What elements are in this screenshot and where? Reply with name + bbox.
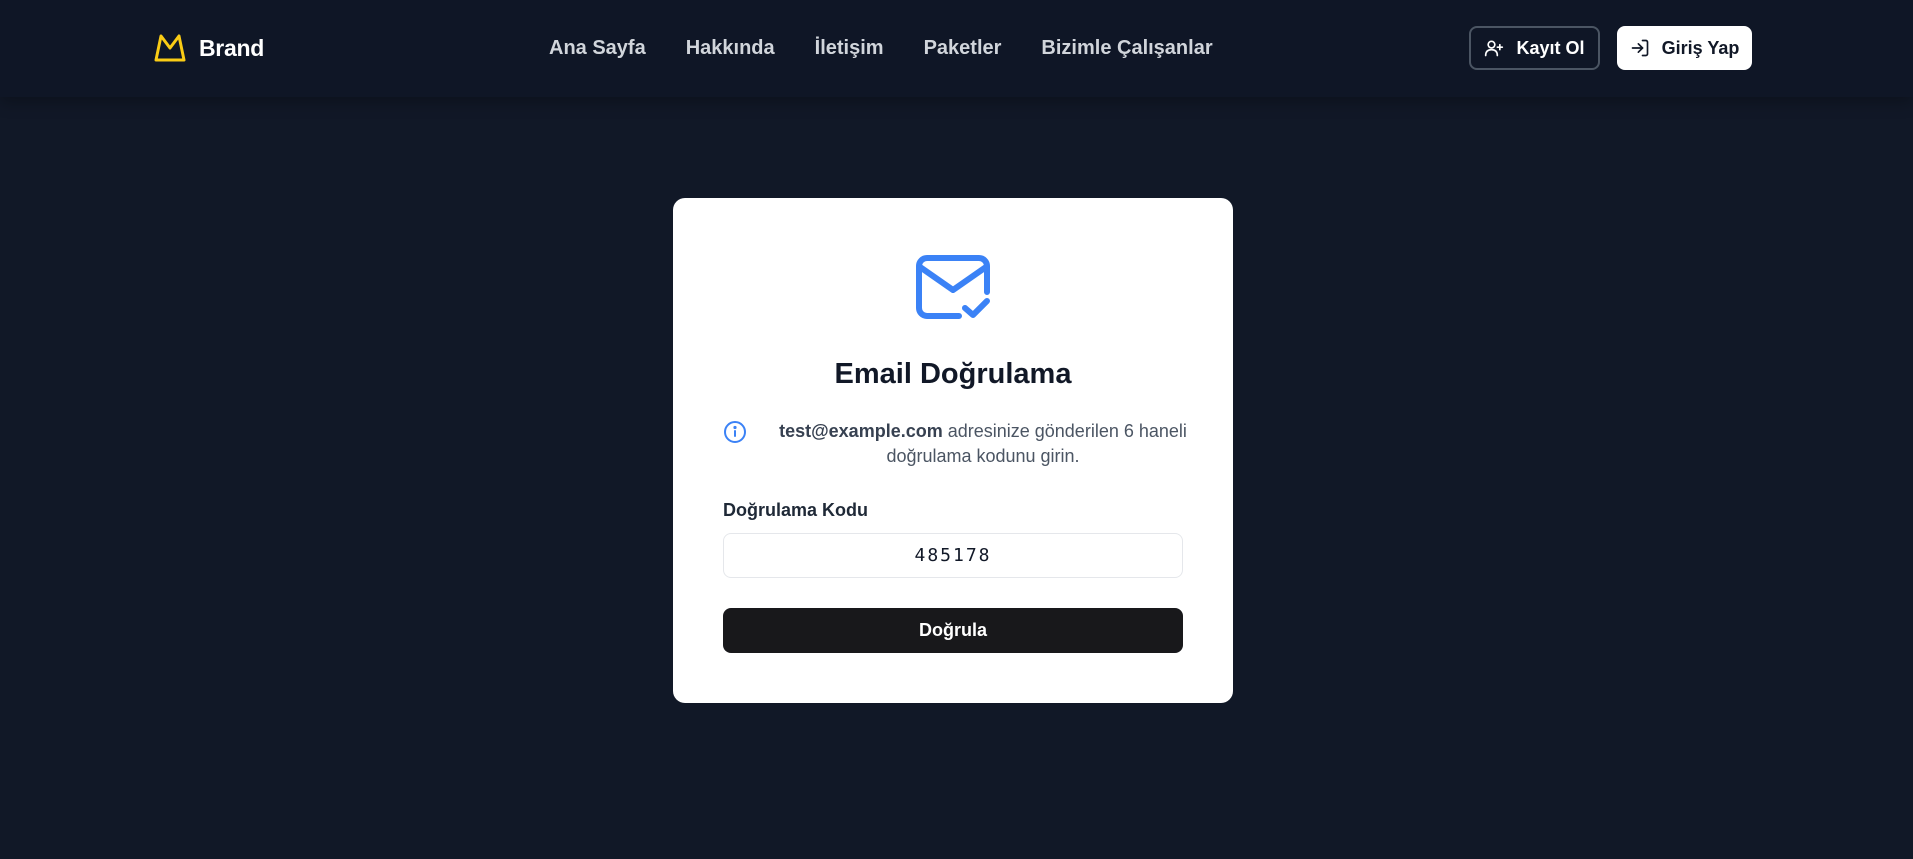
nav-link-partners[interactable]: Bizimle Çalışanlar	[1041, 37, 1212, 60]
login-button[interactable]: Giriş Yap	[1617, 26, 1752, 70]
user-plus-icon	[1485, 40, 1504, 57]
code-field-label: Doğrulama Kodu	[723, 500, 869, 520]
mail-check-icon	[916, 255, 990, 319]
info-email: test@example.com	[779, 421, 943, 441]
navbar: Brand Ana Sayfa Hakkında İletişim Paketl…	[0, 0, 1913, 97]
crown-logo-icon	[154, 34, 186, 62]
login-label: Giriş Yap	[1661, 37, 1740, 58]
log-in-icon	[1631, 39, 1648, 57]
register-label: Kayıt Ol	[1516, 37, 1585, 58]
main-nav: Ana Sayfa Hakkında İletişim Paketler Biz…	[549, 34, 1213, 62]
nav-link-contact[interactable]: İletişim	[815, 37, 884, 60]
nav-link-packages[interactable]: Paketler	[924, 37, 1002, 60]
email-verification-card: Email Doğrulama test@example.com adresin…	[673, 198, 1233, 703]
verification-code-input[interactable]	[723, 533, 1183, 578]
brand-logo-link[interactable]: Brand	[153, 30, 264, 66]
page-title: Email Doğrulama	[834, 358, 1072, 390]
brand-name: Brand	[199, 34, 264, 61]
verify-button[interactable]: Doğrula	[723, 608, 1183, 653]
info-icon	[724, 421, 746, 443]
register-button[interactable]: Kayıt Ol	[1469, 26, 1600, 70]
nav-link-home[interactable]: Ana Sayfa	[549, 37, 646, 60]
nav-link-about[interactable]: Hakkında	[686, 37, 775, 60]
info-message: test@example.com adresinize gönderilen 6…	[763, 419, 1203, 469]
